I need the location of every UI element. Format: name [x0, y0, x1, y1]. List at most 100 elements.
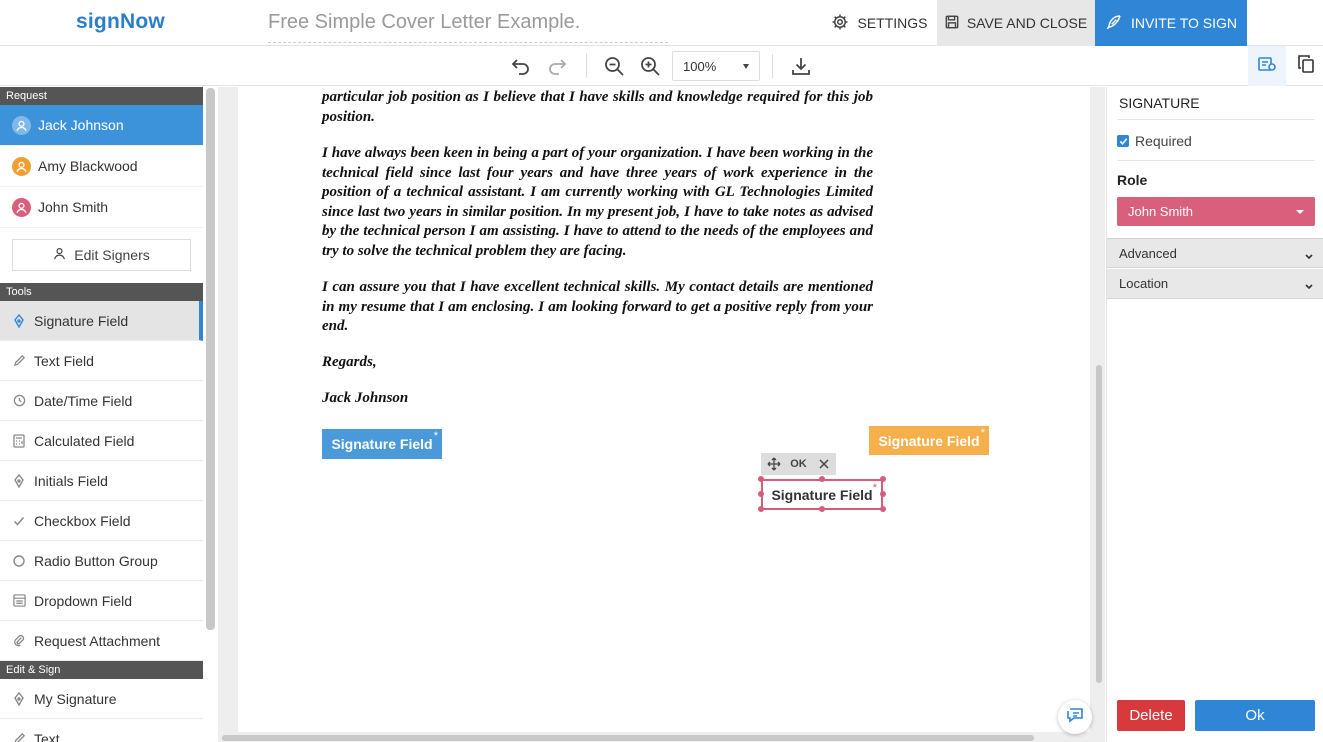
download-icon[interactable]	[789, 54, 813, 78]
required-label: Required	[1135, 133, 1192, 149]
signer-name: John Smith	[38, 199, 109, 215]
resize-handle[interactable]	[758, 491, 764, 497]
resize-handle[interactable]	[819, 506, 825, 512]
field-ok-button[interactable]: OK	[786, 453, 811, 475]
accordion-label: Advanced	[1119, 245, 1177, 261]
pen-nib-icon	[12, 691, 26, 706]
signer-amy-blackwood[interactable]: Amy Blackwood	[0, 146, 203, 187]
zoom-select[interactable]: 100%	[672, 51, 760, 81]
tool-label: Initials Field	[34, 472, 108, 489]
tool-label: Date/Time Field	[34, 392, 133, 409]
field-properties-panel: SIGNATURE Required Role John Smith Advan…	[1106, 87, 1323, 742]
resize-handle[interactable]	[819, 476, 825, 482]
location-accordion[interactable]: Location	[1107, 269, 1323, 299]
divider	[1117, 119, 1315, 120]
signer-jack-johnson[interactable]: Jack Johnson	[0, 105, 203, 146]
signer-name: Jack Johnson	[38, 117, 124, 133]
accordion-label: Location	[1119, 276, 1169, 291]
tool-label: Text Field	[34, 352, 94, 369]
move-icon[interactable]	[761, 453, 786, 475]
canvas-vertical-scrollbar[interactable]	[1096, 365, 1102, 683]
delete-button[interactable]: Delete	[1117, 700, 1185, 731]
divider	[1117, 160, 1315, 161]
tool-calculated-field[interactable]: Calculated Field	[0, 421, 203, 461]
pencil-icon	[12, 732, 26, 742]
signer-john-smith[interactable]: John Smith	[0, 187, 203, 228]
chevron-down-icon	[1304, 249, 1314, 264]
required-checkbox[interactable]: Required	[1117, 133, 1192, 149]
advanced-accordion[interactable]: Advanced	[1107, 238, 1323, 268]
app-root: signNow Free Simple Cover Letter Example…	[0, 0, 1323, 742]
zoom-out-icon[interactable]	[602, 54, 626, 78]
copy-icon	[1297, 54, 1314, 78]
role-value: John Smith	[1128, 204, 1194, 219]
tool-label: Dropdown Field	[34, 592, 133, 609]
tool-text[interactable]: Text	[0, 719, 203, 742]
edit-signers-label: Edit Signers	[74, 247, 150, 263]
signature-field-amy[interactable]: Signature Field *	[869, 426, 989, 455]
checkbox-checked-icon	[1117, 135, 1129, 147]
letter-closing: Regards,	[322, 354, 377, 370]
tool-request-attachment[interactable]: Request Attachment	[0, 621, 203, 661]
required-mark: *	[433, 430, 438, 442]
tool-datetime-field[interactable]: Date/Time Field	[0, 381, 203, 421]
tool-label: Radio Button Group	[34, 552, 158, 569]
resize-handle[interactable]	[880, 476, 886, 482]
document-toolbar: 100%	[0, 46, 1323, 86]
resize-handle[interactable]	[758, 476, 764, 482]
copy-button[interactable]	[1288, 46, 1323, 86]
role-label: Role	[1117, 172, 1148, 188]
field-label: Signature Field	[331, 436, 433, 452]
signature-field-jack[interactable]: Signature Field *	[322, 429, 442, 459]
close-icon[interactable]	[811, 453, 836, 475]
tool-initials-field[interactable]: Initials Field	[0, 461, 203, 501]
field-label: Signature Field	[771, 486, 873, 503]
invite-label: INVITE TO SIGN	[1130, 15, 1238, 31]
pen-nib-icon	[12, 473, 26, 488]
save-label: SAVE AND CLOSE	[966, 15, 1088, 31]
resize-handle[interactable]	[880, 506, 886, 512]
edit-sign-section-heading: Edit & Sign	[0, 661, 203, 679]
floppy-disk-icon	[945, 15, 959, 32]
edit-signers-button[interactable]: Edit Signers	[12, 239, 191, 271]
resize-handle[interactable]	[758, 506, 764, 512]
tool-checkbox-field[interactable]: Checkbox Field	[0, 501, 203, 541]
calculator-icon	[12, 433, 26, 448]
field-settings-toggle[interactable]	[1248, 46, 1286, 86]
sidebar-scrollbar[interactable]	[206, 88, 215, 630]
tool-label: Calculated Field	[34, 432, 135, 449]
document-page: particular job position as I believe tha…	[238, 87, 1090, 732]
toolbar-divider	[586, 54, 587, 78]
chat-button[interactable]	[1058, 700, 1092, 734]
field-label: Signature Field	[878, 432, 980, 449]
tool-my-signature[interactable]: My Signature	[0, 679, 203, 719]
tool-label: Request Attachment	[34, 632, 161, 649]
caret-down-icon	[1296, 210, 1304, 214]
user-avatar-icon	[12, 115, 31, 135]
ok-button[interactable]: Ok	[1195, 700, 1315, 731]
tool-dropdown-field[interactable]: Dropdown Field	[0, 581, 203, 621]
pencil-icon	[12, 354, 26, 368]
role-select[interactable]: John Smith	[1117, 197, 1315, 226]
undo-icon[interactable]	[509, 54, 533, 78]
tool-radio-button-group[interactable]: Radio Button Group	[0, 541, 203, 581]
signer-name: Amy Blackwood	[38, 158, 138, 174]
field-settings-icon	[1258, 56, 1276, 77]
letter-paragraph: I have always been keen in being a part …	[322, 145, 873, 259]
user-icon	[53, 247, 66, 263]
tools-section-heading: Tools	[0, 283, 203, 301]
letter-signer-name: Jack Johnson	[322, 390, 409, 406]
save-and-close-button[interactable]: SAVE AND CLOSE	[937, 0, 1095, 46]
paperclip-icon	[12, 634, 26, 648]
invite-to-sign-button[interactable]: INVITE TO SIGN	[1095, 0, 1247, 46]
document-title-input[interactable]: Free Simple Cover Letter Example.	[268, 11, 668, 43]
tool-text-field[interactable]: Text Field	[0, 341, 203, 381]
zoom-in-icon[interactable]	[638, 54, 662, 78]
signnow-logo[interactable]: signNow	[76, 10, 165, 34]
check-icon	[12, 514, 26, 528]
tool-signature-field[interactable]: Signature Field	[0, 301, 203, 341]
settings-button[interactable]: SETTINGS	[822, 0, 937, 46]
redo-icon[interactable]	[545, 54, 569, 78]
resize-handle[interactable]	[880, 491, 886, 497]
canvas-horizontal-scrollbar[interactable]	[222, 735, 1034, 741]
